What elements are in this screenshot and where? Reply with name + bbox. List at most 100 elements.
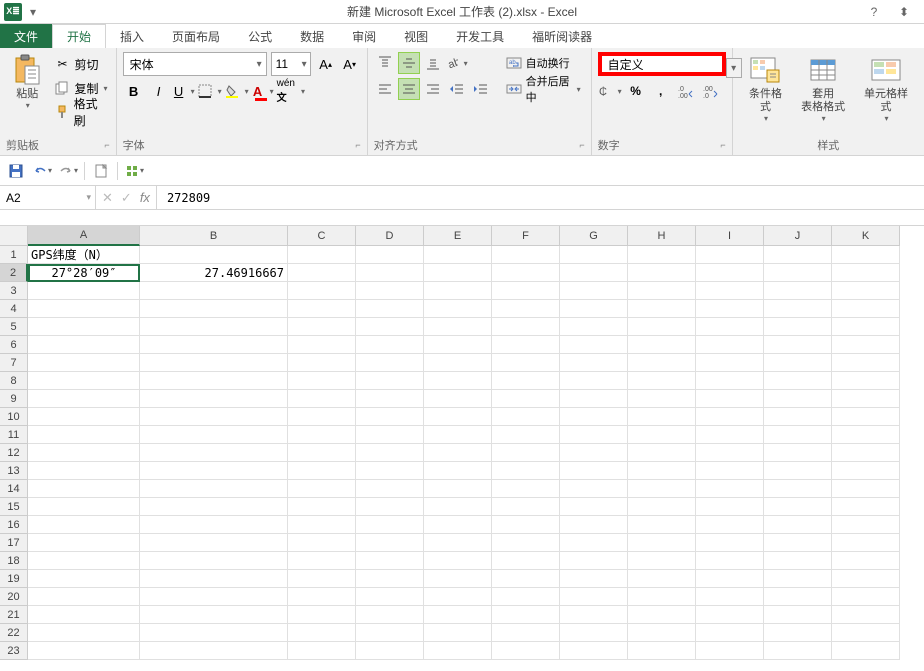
cell[interactable] <box>492 480 560 498</box>
cell[interactable] <box>140 444 288 462</box>
cell[interactable] <box>424 588 492 606</box>
cell[interactable] <box>288 264 356 282</box>
cell[interactable] <box>28 372 140 390</box>
cell[interactable] <box>28 552 140 570</box>
cell[interactable] <box>560 552 628 570</box>
cell[interactable] <box>560 300 628 318</box>
conditional-formatting-button[interactable]: 条件格式 ▾ <box>739 52 793 125</box>
cell[interactable] <box>28 390 140 408</box>
cell[interactable] <box>628 588 696 606</box>
cell[interactable] <box>492 624 560 642</box>
tab-data[interactable]: 数据 <box>286 24 338 48</box>
cell[interactable] <box>696 606 764 624</box>
cell[interactable] <box>628 408 696 426</box>
align-middle-button[interactable] <box>398 52 420 74</box>
cell[interactable] <box>424 498 492 516</box>
cell[interactable] <box>140 282 288 300</box>
name-box[interactable]: A2 <box>0 186 96 209</box>
underline-button[interactable]: U <box>173 80 195 102</box>
cell[interactable] <box>764 570 832 588</box>
cell[interactable] <box>424 642 492 660</box>
row-header[interactable]: 12 <box>0 444 28 462</box>
cell[interactable] <box>560 570 628 588</box>
cell[interactable] <box>356 354 424 372</box>
cell[interactable] <box>492 336 560 354</box>
number-launcher-icon[interactable]: ⌐ <box>720 140 725 150</box>
cell[interactable] <box>28 444 140 462</box>
cut-button[interactable]: ✂ 剪切 <box>52 53 109 75</box>
cell[interactable] <box>424 336 492 354</box>
cell[interactable] <box>288 246 356 264</box>
cell[interactable] <box>832 606 900 624</box>
cell[interactable] <box>696 570 764 588</box>
alignment-launcher-icon[interactable]: ⌐ <box>579 140 584 150</box>
cell[interactable] <box>288 282 356 300</box>
cell[interactable] <box>764 408 832 426</box>
ribbon-collapse-icon[interactable]: ⬍ <box>894 2 914 22</box>
cell[interactable] <box>140 606 288 624</box>
row-header[interactable]: 1 <box>0 246 28 264</box>
cell[interactable] <box>28 426 140 444</box>
row-header[interactable]: 18 <box>0 552 28 570</box>
cell[interactable] <box>356 372 424 390</box>
grow-font-button[interactable]: A▴ <box>315 52 337 76</box>
row-header[interactable]: 7 <box>0 354 28 372</box>
cell[interactable] <box>560 516 628 534</box>
cell[interactable] <box>764 588 832 606</box>
column-header[interactable]: F <box>492 226 560 246</box>
cell[interactable] <box>696 264 764 282</box>
spreadsheet-grid[interactable]: 1234567891011121314151617181920212223 AB… <box>0 226 924 660</box>
cell[interactable] <box>560 444 628 462</box>
tab-foxit[interactable]: 福昕阅读器 <box>518 24 606 48</box>
cell[interactable] <box>492 390 560 408</box>
font-size-select[interactable]: 11 <box>271 52 311 76</box>
cell[interactable] <box>832 426 900 444</box>
cell[interactable] <box>288 336 356 354</box>
cell[interactable] <box>288 606 356 624</box>
cell[interactable] <box>288 354 356 372</box>
fill-color-button[interactable] <box>225 80 249 102</box>
cell[interactable] <box>140 624 288 642</box>
row-header[interactable]: 5 <box>0 318 28 336</box>
row-header[interactable]: 2 <box>0 264 28 282</box>
cell[interactable] <box>288 300 356 318</box>
row-header[interactable]: 13 <box>0 462 28 480</box>
cell[interactable] <box>832 498 900 516</box>
row-header[interactable]: 9 <box>0 390 28 408</box>
column-header[interactable]: J <box>764 226 832 246</box>
cell[interactable] <box>696 282 764 300</box>
cell[interactable]: GPS纬度（N） <box>28 246 140 264</box>
cell[interactable] <box>696 534 764 552</box>
column-header[interactable]: G <box>560 226 628 246</box>
cell[interactable] <box>628 354 696 372</box>
font-launcher-icon[interactable]: ⌐ <box>355 140 360 150</box>
cell[interactable] <box>764 516 832 534</box>
cell[interactable] <box>560 318 628 336</box>
cell[interactable] <box>356 588 424 606</box>
row-header[interactable]: 20 <box>0 588 28 606</box>
cell[interactable] <box>832 624 900 642</box>
row-header[interactable]: 23 <box>0 642 28 660</box>
accounting-format-button[interactable]: ₵ <box>598 80 622 102</box>
new-file-button[interactable] <box>91 161 111 181</box>
cell[interactable] <box>288 552 356 570</box>
cell[interactable] <box>356 462 424 480</box>
cell[interactable] <box>356 606 424 624</box>
cell[interactable] <box>628 534 696 552</box>
cell[interactable] <box>832 372 900 390</box>
cell[interactable] <box>28 480 140 498</box>
cell[interactable] <box>356 390 424 408</box>
cell[interactable] <box>288 534 356 552</box>
cell[interactable] <box>288 642 356 660</box>
cell[interactable] <box>492 426 560 444</box>
cell[interactable] <box>492 552 560 570</box>
cell[interactable] <box>764 246 832 264</box>
cell[interactable] <box>832 264 900 282</box>
cell[interactable] <box>696 462 764 480</box>
cell[interactable] <box>832 516 900 534</box>
cell[interactable] <box>560 426 628 444</box>
increase-indent-button[interactable] <box>470 78 492 100</box>
cell[interactable]: 27.46916667 <box>140 264 288 282</box>
cell[interactable] <box>424 516 492 534</box>
cell[interactable] <box>764 444 832 462</box>
